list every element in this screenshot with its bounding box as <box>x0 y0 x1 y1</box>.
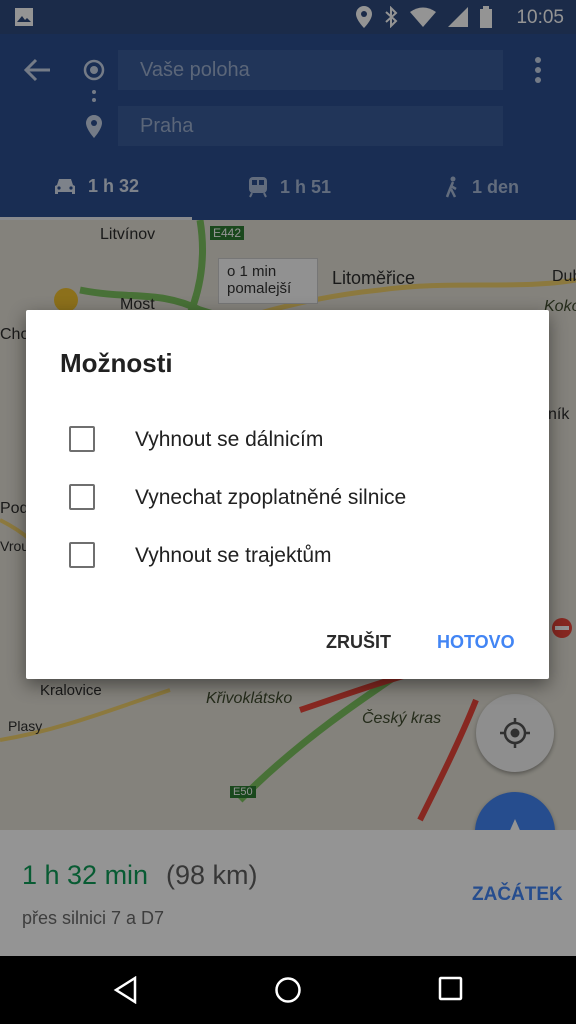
checkbox-avoid-highways[interactable] <box>69 426 95 452</box>
done-button[interactable]: HOTOVO <box>437 632 515 653</box>
option-avoid-highways[interactable]: Vyhnout se dálnicím <box>26 414 549 464</box>
checkbox-avoid-ferries[interactable] <box>69 542 95 568</box>
option-label: Vyhnout se dálnicím <box>135 428 324 451</box>
dialog-title: Možnosti <box>60 348 173 378</box>
home-circle-icon[interactable] <box>274 976 302 1004</box>
option-label: Vyhnout se trajektům <box>135 544 332 567</box>
cancel-button[interactable]: ZRUŠIT <box>326 632 391 653</box>
option-avoid-tolls[interactable]: Vynechat zpoplatněné silnice <box>26 472 549 522</box>
back-triangle-icon[interactable] <box>113 976 139 1004</box>
option-avoid-ferries[interactable]: Vyhnout se trajektům <box>26 530 549 580</box>
recents-square-icon[interactable] <box>438 976 464 1002</box>
option-label: Vynechat zpoplatněné silnice <box>135 486 407 509</box>
system-navigation-bar <box>0 956 576 1024</box>
checkbox-avoid-tolls[interactable] <box>69 484 95 510</box>
options-dialog: Možnosti Vyhnout se dálnicím Vynechat zp… <box>26 310 549 679</box>
